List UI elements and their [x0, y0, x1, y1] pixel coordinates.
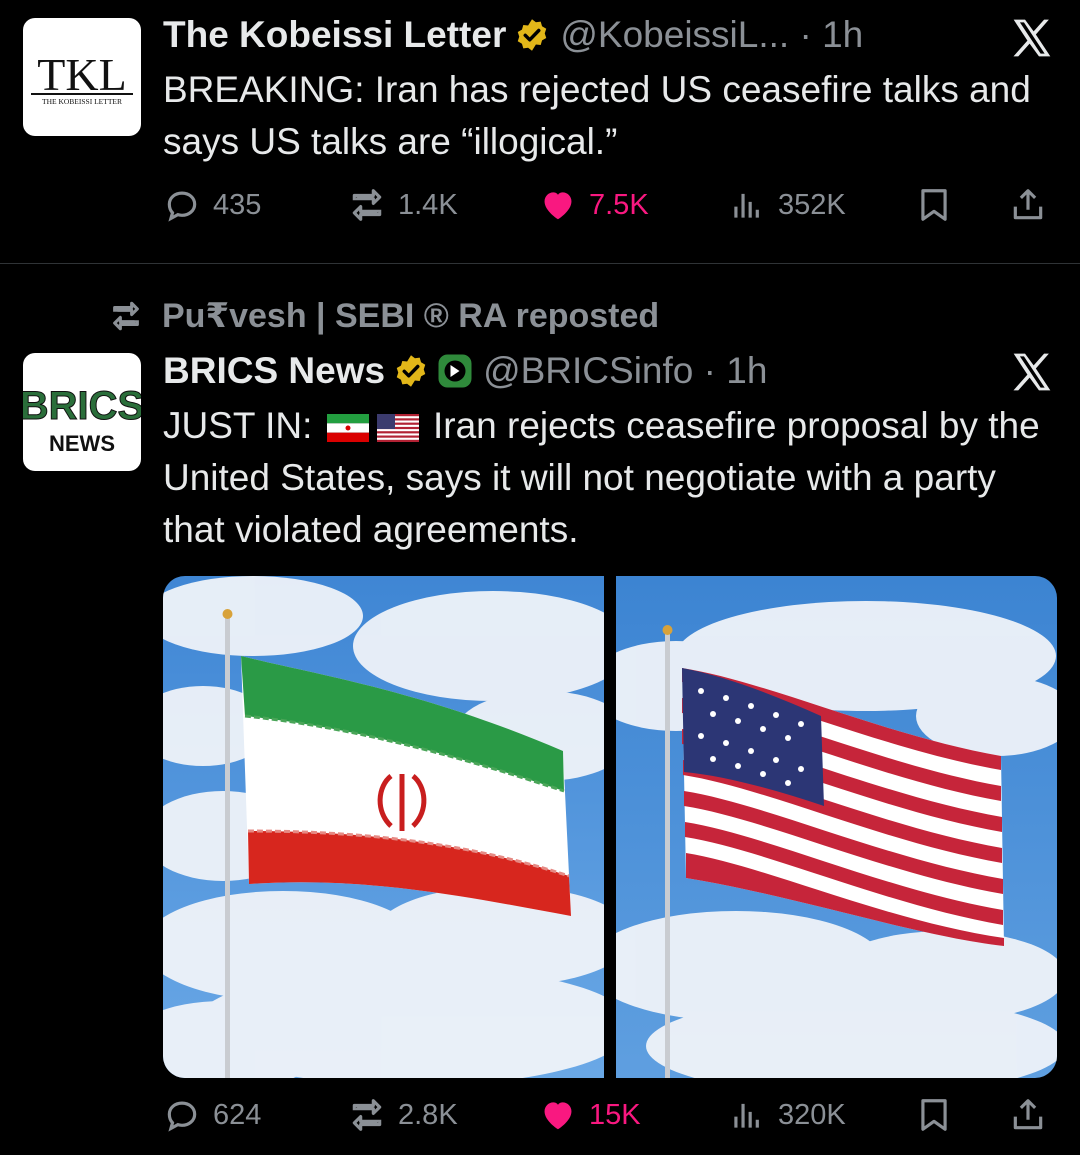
verified-badge-icon: [396, 355, 426, 387]
media-gap: [604, 576, 616, 1078]
tweet-header: The Kobeissi Letter @KobeissiL... · 1h: [163, 14, 863, 56]
handle-timestamp: @KobeissiL... · 1h: [560, 14, 864, 55]
bookmark-button[interactable]: [915, 186, 965, 224]
like-button[interactable]: 7.5K: [539, 186, 649, 224]
iran-flag-icon: [326, 414, 369, 443]
repost-banner[interactable]: Pu₹vesh | SEBI ® RA reposted: [104, 296, 659, 336]
heart-icon: [544, 192, 572, 220]
repost-icon: [113, 301, 139, 331]
avatar-news-wordmark: NEWS: [49, 431, 115, 456]
tweet-actions: 435 1.4K 7.5K 352K: [163, 186, 1053, 236]
views-button[interactable]: 320K: [728, 1096, 846, 1134]
bookmark-button[interactable]: [915, 1096, 965, 1134]
iran-flag-image[interactable]: [163, 576, 633, 1078]
avatar-initials: TKL: [37, 49, 126, 100]
heart-icon: [544, 1102, 572, 1130]
tweet-media[interactable]: [163, 576, 1057, 1078]
bookmark-icon: [921, 189, 947, 221]
tweet-header: BRICS News @BRICSinfo · 1h: [163, 350, 767, 392]
bookmark-icon: [921, 1099, 947, 1131]
reply-button[interactable]: 435: [163, 186, 261, 224]
share-button[interactable]: [1009, 186, 1059, 224]
repost-icon: [352, 1099, 382, 1131]
tweet-text-prefix: JUST IN:: [163, 405, 313, 446]
view-count: 320K: [778, 1098, 846, 1131]
reply-icon: [167, 1101, 197, 1132]
repost-button[interactable]: 2.8K: [348, 1096, 458, 1134]
x-logo-icon[interactable]: [1010, 350, 1054, 394]
repost-count: 1.4K: [398, 188, 458, 221]
views-icon: [734, 193, 759, 218]
tweet-text: BREAKING: Iran has rejected US ceasefire…: [163, 69, 1031, 162]
tweet-actions: 624 2.8K 15K 320K: [163, 1096, 1053, 1146]
views-button[interactable]: 352K: [728, 186, 846, 224]
reply-count: 435: [213, 188, 262, 221]
reply-button[interactable]: 624: [163, 1096, 261, 1134]
like-count: 7.5K: [589, 188, 649, 221]
reply-icon: [167, 191, 197, 222]
author-name[interactable]: The Kobeissi Letter: [163, 14, 506, 56]
avatar-subtitle: THE KOBEISSI LETTER: [42, 97, 122, 106]
like-button[interactable]: 15K: [539, 1096, 641, 1134]
us-flag-image[interactable]: [586, 576, 1057, 1078]
like-count: 15K: [589, 1098, 641, 1131]
affiliate-badge-icon: [438, 354, 472, 388]
author-name[interactable]: BRICS News: [163, 350, 385, 392]
tweet-text: JUST IN: Iran rejects ceasefire proposal…: [163, 400, 1053, 556]
repost-icon: [352, 189, 382, 221]
handle-timestamp: @BRICSinfo · 1h: [483, 350, 768, 391]
share-icon: [1013, 189, 1043, 220]
repost-count: 2.8K: [398, 1098, 458, 1131]
reply-count: 624: [213, 1098, 262, 1131]
views-icon: [734, 1103, 759, 1128]
view-count: 352K: [778, 188, 846, 221]
repost-button[interactable]: 1.4K: [348, 186, 458, 224]
tweet-divider: [0, 263, 1080, 264]
avatar-brics-wordmark: BRICS: [23, 384, 141, 428]
tweet-kobeissi[interactable]: TKL THE KOBEISSI LETTER The Kobeissi Let…: [0, 0, 1080, 263]
tweet-brics[interactable]: BRICS NEWS BRICS News @BRICSinfo · 1h JU…: [0, 340, 1080, 1155]
share-button[interactable]: [1009, 1096, 1059, 1134]
avatar-brics[interactable]: BRICS NEWS: [23, 353, 141, 471]
verified-badge-icon: [518, 19, 547, 51]
share-icon: [1013, 1099, 1043, 1130]
avatar-kobeissi[interactable]: TKL THE KOBEISSI LETTER: [23, 18, 141, 136]
repost-banner-text: Pu₹vesh | SEBI ® RA reposted: [162, 297, 660, 335]
us-flag-icon: [376, 414, 419, 443]
x-logo-icon[interactable]: [1010, 16, 1054, 60]
